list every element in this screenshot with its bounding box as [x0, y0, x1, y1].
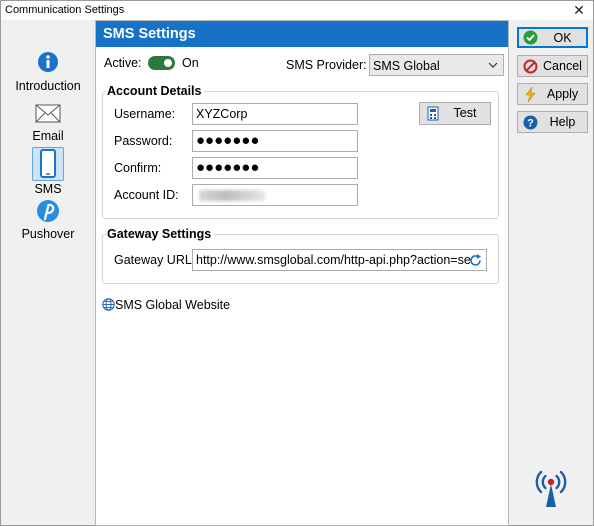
test-button[interactable]: Test [419, 102, 491, 125]
username-field[interactable]: XYZCorp [192, 103, 358, 125]
cancel-button-label: Cancel [543, 59, 582, 73]
apply-button-label: Apply [546, 87, 579, 101]
sidebar-item-pushover[interactable]: Pushover [9, 199, 87, 249]
active-state-label: On [182, 56, 199, 70]
cancel-button[interactable]: Cancel [517, 55, 588, 77]
antenna-icon [529, 464, 573, 508]
sms-provider-select[interactable]: SMS Global [369, 54, 504, 76]
info-icon [34, 51, 62, 79]
pushover-icon [34, 199, 62, 227]
help-button-label: Help [549, 115, 576, 129]
refresh-icon[interactable] [468, 253, 483, 268]
globe-icon [102, 298, 115, 311]
sidebar-item-email[interactable]: Email [9, 101, 87, 151]
redacted-value [199, 190, 265, 201]
password-field[interactable]: ●●●●●●● [192, 130, 358, 152]
chevron-down-icon [488, 58, 498, 75]
sidebar: Introduction Email SMS Pushover [1, 20, 95, 526]
gateway-url-value: http://www.smsglobal.com/http-api.php?ac… [196, 253, 471, 267]
sidebar-item-label: Email [32, 129, 64, 143]
sidebar-item-introduction[interactable]: Introduction [9, 51, 87, 101]
gateway-url-field[interactable]: http://www.smsglobal.com/http-api.php?ac… [192, 249, 487, 271]
lightning-icon [523, 86, 538, 103]
help-button[interactable]: ? Help [517, 111, 588, 133]
active-label: Active: [104, 56, 142, 70]
account-id-field[interactable] [192, 184, 358, 206]
envelope-icon [34, 101, 62, 129]
apply-button[interactable]: Apply [517, 83, 588, 105]
sidebar-item-label: Introduction [15, 79, 81, 93]
sms-global-website-link[interactable]: SMS Global Website [102, 298, 230, 312]
confirm-password-field[interactable]: ●●●●●●● [192, 157, 358, 179]
account-details-title: Account Details [107, 84, 205, 98]
sidebar-item-label: Pushover [21, 227, 75, 241]
gateway-settings-title: Gateway Settings [107, 227, 215, 241]
ok-button-label: OK [553, 31, 572, 45]
test-button-label: Test [453, 106, 477, 120]
sms-provider-value: SMS Global [373, 59, 440, 73]
sidebar-item-label: SMS [34, 182, 62, 196]
confirm-label: Confirm: [114, 161, 162, 175]
calculator-icon [425, 106, 440, 121]
checkmark-icon [523, 30, 538, 45]
account-id-label: Account ID: [114, 188, 179, 202]
help-icon: ? [523, 115, 538, 130]
sms-settings-panel: SMS Settings Active: On SMS Provider: SM… [95, 20, 509, 526]
password-label: Password: [114, 134, 173, 148]
title-bar: Communication Settings ✕ [1, 1, 593, 20]
svg-text:?: ? [527, 118, 534, 130]
phone-icon [32, 147, 64, 181]
panel-header: SMS Settings [96, 21, 508, 47]
communication-settings-window: Communication Settings ✕ Introduction Em… [0, 0, 594, 526]
panel-title: SMS Settings [103, 26, 196, 42]
username-label: Username: [114, 107, 176, 121]
sms-provider-label: SMS Provider: [286, 58, 367, 72]
cancel-icon [523, 59, 538, 74]
toggle-knob [164, 59, 172, 67]
window-title: Communication Settings [5, 4, 125, 16]
sidebar-item-sms[interactable]: SMS [9, 147, 87, 201]
active-toggle[interactable] [148, 56, 175, 70]
sms-global-website-label: SMS Global Website [115, 298, 231, 312]
close-icon[interactable]: ✕ [571, 2, 587, 18]
ok-button[interactable]: OK [517, 27, 588, 48]
gateway-url-label: Gateway URL: [114, 253, 196, 267]
